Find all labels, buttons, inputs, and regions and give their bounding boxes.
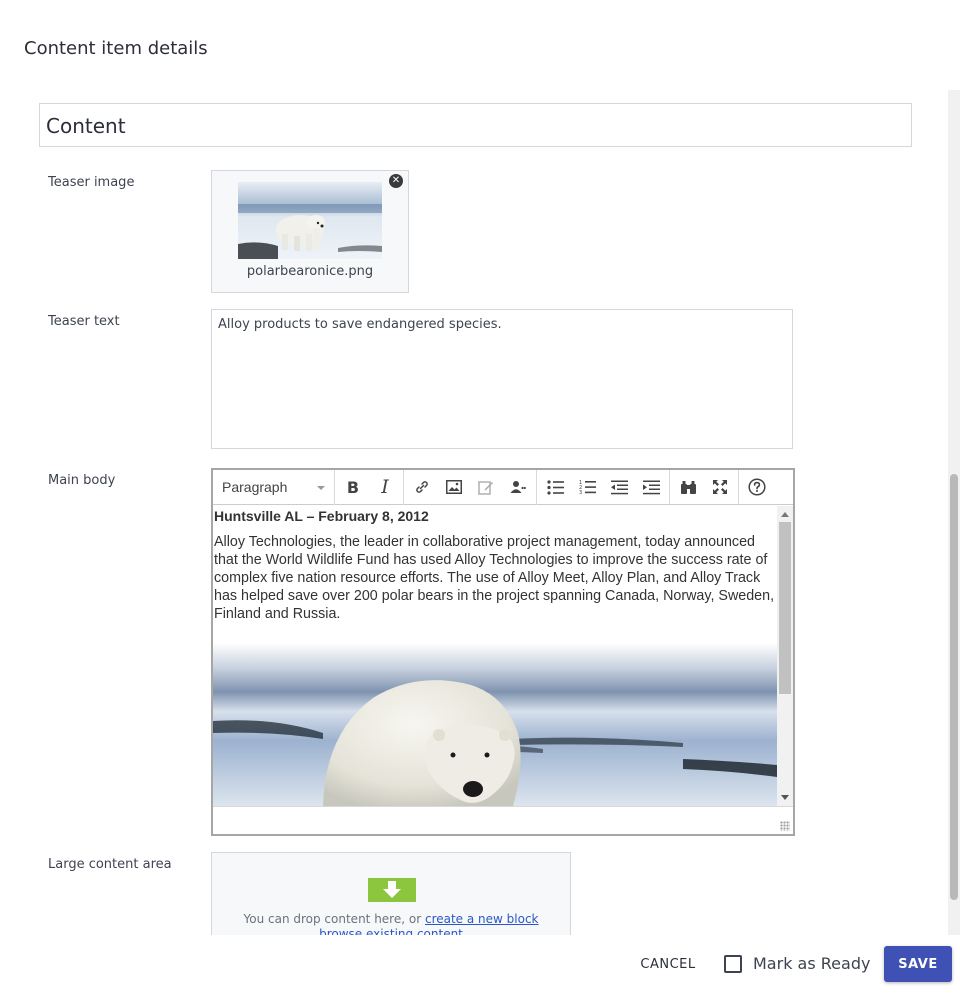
press-release-paragraph: Alloy Technologies, the leader in collab… — [214, 534, 775, 622]
help-icon — [748, 478, 766, 496]
italic-button[interactable]: I — [369, 472, 401, 502]
teaser-image-thumbnail — [238, 182, 382, 259]
content-name-field[interactable]: Content — [39, 103, 912, 147]
main-body-editor: Paragraph B I 1 2 3 Huntsville AL – Febr… — [211, 468, 795, 836]
indent-button[interactable] — [635, 472, 667, 502]
toolbar-group-insert — [404, 469, 537, 505]
create-block-link[interactable]: create a new block — [425, 912, 539, 926]
editor-scrollbar[interactable] — [777, 506, 793, 806]
press-release-heading: Huntsville AL – February 8, 2012 — [214, 508, 429, 524]
form-scroll-area: Content Teaser image ✕ polarbearonice.pn… — [0, 90, 948, 935]
content-drop-area[interactable]: You can drop content here, or create a n… — [211, 852, 571, 935]
help-button[interactable] — [741, 472, 773, 502]
scroll-up-icon[interactable] — [781, 512, 789, 517]
editor-statusbar — [213, 806, 793, 834]
polar-bear-image — [213, 643, 777, 806]
edit-button[interactable] — [470, 472, 502, 502]
toolbar-group-lists: 123 — [537, 469, 670, 505]
content-item-dialog: Content item details Content Teaser imag… — [0, 0, 960, 993]
bulleted-list-icon — [546, 479, 564, 495]
link-icon — [416, 481, 428, 493]
editor-content[interactable]: Huntsville AL – February 8, 2012 Alloy T… — [213, 506, 777, 806]
fullscreen-icon — [713, 480, 727, 494]
resize-handle-icon[interactable] — [780, 821, 790, 831]
dialog-title: Content item details — [24, 38, 208, 59]
find-button[interactable] — [672, 472, 704, 502]
drop-text: You can drop content here, or — [243, 912, 422, 926]
cancel-button[interactable]: CANCEL — [630, 953, 706, 975]
mark-as-ready-checkbox[interactable] — [724, 955, 742, 973]
indent-icon — [642, 480, 660, 494]
numbered-list-icon: 123 — [579, 480, 596, 495]
teaser-image-card[interactable]: ✕ polarbearonice.png — [211, 170, 409, 293]
save-button[interactable]: SAVE — [884, 946, 952, 982]
teaser-image-filename: polarbearonice.png — [246, 264, 374, 279]
bulleted-list-button[interactable] — [539, 472, 571, 502]
fullscreen-button[interactable] — [704, 472, 736, 502]
outdent-button[interactable] — [603, 472, 635, 502]
large-content-area-label: Large content area — [48, 857, 172, 872]
mark-as-ready-label[interactable]: Mark as Ready — [753, 954, 870, 973]
paragraph-format-value: Paragraph — [222, 479, 288, 495]
binoculars-icon — [680, 480, 696, 494]
teaser-text-input[interactable]: Alloy products to save endangered specie… — [211, 309, 793, 449]
image-icon — [446, 480, 462, 494]
edit-icon — [478, 481, 493, 495]
editor-toolbar: Paragraph B I 1 2 3 — [213, 469, 793, 505]
editor-scroll-thumb[interactable] — [779, 522, 791, 694]
toolbar-group-tools — [670, 469, 739, 505]
numbered-list-button[interactable]: 123 — [571, 472, 603, 502]
outdent-icon — [610, 480, 628, 494]
link-button[interactable] — [406, 472, 438, 502]
chevron-down-icon — [317, 485, 325, 490]
paragraph-format-select[interactable]: Paragraph — [213, 469, 335, 505]
bold-button[interactable]: B — [337, 472, 369, 502]
toolbar-group-text: B I — [335, 469, 404, 505]
remove-image-icon[interactable]: ✕ — [389, 174, 403, 188]
drop-instructions: You can drop content here, or create a n… — [212, 912, 570, 935]
user-group-icon — [510, 481, 526, 493]
toolbar-group-help — [739, 470, 775, 505]
svg-text:3: 3 — [579, 490, 582, 495]
browse-content-link[interactable]: browse existing content — [319, 927, 463, 935]
dialog-footer: CANCEL Mark as Ready SAVE — [0, 935, 960, 993]
teaser-image-label: Teaser image — [48, 175, 135, 190]
drop-arrow-icon — [368, 878, 416, 902]
scroll-down-icon[interactable] — [781, 795, 789, 800]
dialog-scroll-thumb[interactable] — [950, 474, 958, 900]
teaser-text-label: Teaser text — [48, 314, 120, 329]
main-body-label: Main body — [48, 473, 116, 488]
image-button[interactable] — [438, 472, 470, 502]
personalize-button[interactable] — [502, 472, 534, 502]
